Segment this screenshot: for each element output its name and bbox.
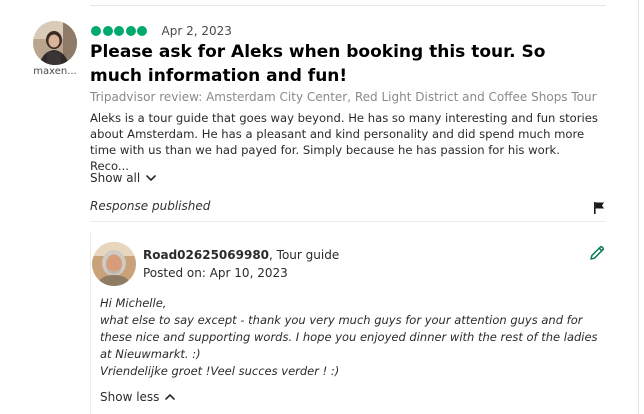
rating-row: Apr 2, 2023 <box>91 24 232 38</box>
scroll-edge <box>638 0 639 414</box>
rating-bubble-icon <box>114 26 124 36</box>
chevron-down-icon <box>146 175 157 181</box>
response-status: Response published <box>90 199 211 213</box>
review-source: Tripadvisor review: Amsterdam City Cente… <box>90 90 597 104</box>
rating-bubble-icon <box>125 26 136 36</box>
response-text: Hi Michelle, what else to say except - t… <box>100 295 605 380</box>
rating-bubble-icon <box>91 26 101 36</box>
owner-avatar[interactable] <box>92 242 136 286</box>
posted-date: Posted on: Apr 10, 2023 <box>143 266 288 280</box>
review-date: Apr 2, 2023 <box>161 24 232 38</box>
owner-username[interactable]: Road02625069980 <box>143 248 269 262</box>
reviewer-avatar[interactable] <box>33 21 77 65</box>
flag-icon[interactable] <box>592 201 606 215</box>
response-paragraph: what else to say except - thank you very… <box>100 313 598 361</box>
review-title: Please ask for Aleks when booking this t… <box>90 42 546 86</box>
rating-bubble-icon <box>137 26 147 36</box>
show-less-label: Show less <box>100 390 160 404</box>
response-signoff: Vriendelijke groet !Veel succes verder !… <box>100 364 340 378</box>
show-all-label: Show all <box>90 171 141 185</box>
reviewer-name[interactable]: maxen... <box>30 66 80 77</box>
show-less-button[interactable]: Show less <box>100 390 177 404</box>
show-all-button[interactable]: Show all <box>90 171 158 185</box>
reviewer-block: maxen... <box>30 21 80 77</box>
owner-role: , Tour guide <box>269 248 340 262</box>
response-greeting: Hi Michelle, <box>100 296 167 310</box>
owner-name: Road02625069980, Tour guide <box>143 248 339 262</box>
top-divider <box>90 5 606 6</box>
rating-bubble-icon <box>102 26 113 36</box>
review-body: Aleks is a tour guide that goes way beyo… <box>90 111 598 173</box>
owner-response: Road02625069980, Tour guide Posted on: A… <box>90 232 607 414</box>
chevron-up-icon <box>165 394 176 400</box>
pencil-icon[interactable] <box>588 244 606 262</box>
section-divider <box>90 221 606 222</box>
